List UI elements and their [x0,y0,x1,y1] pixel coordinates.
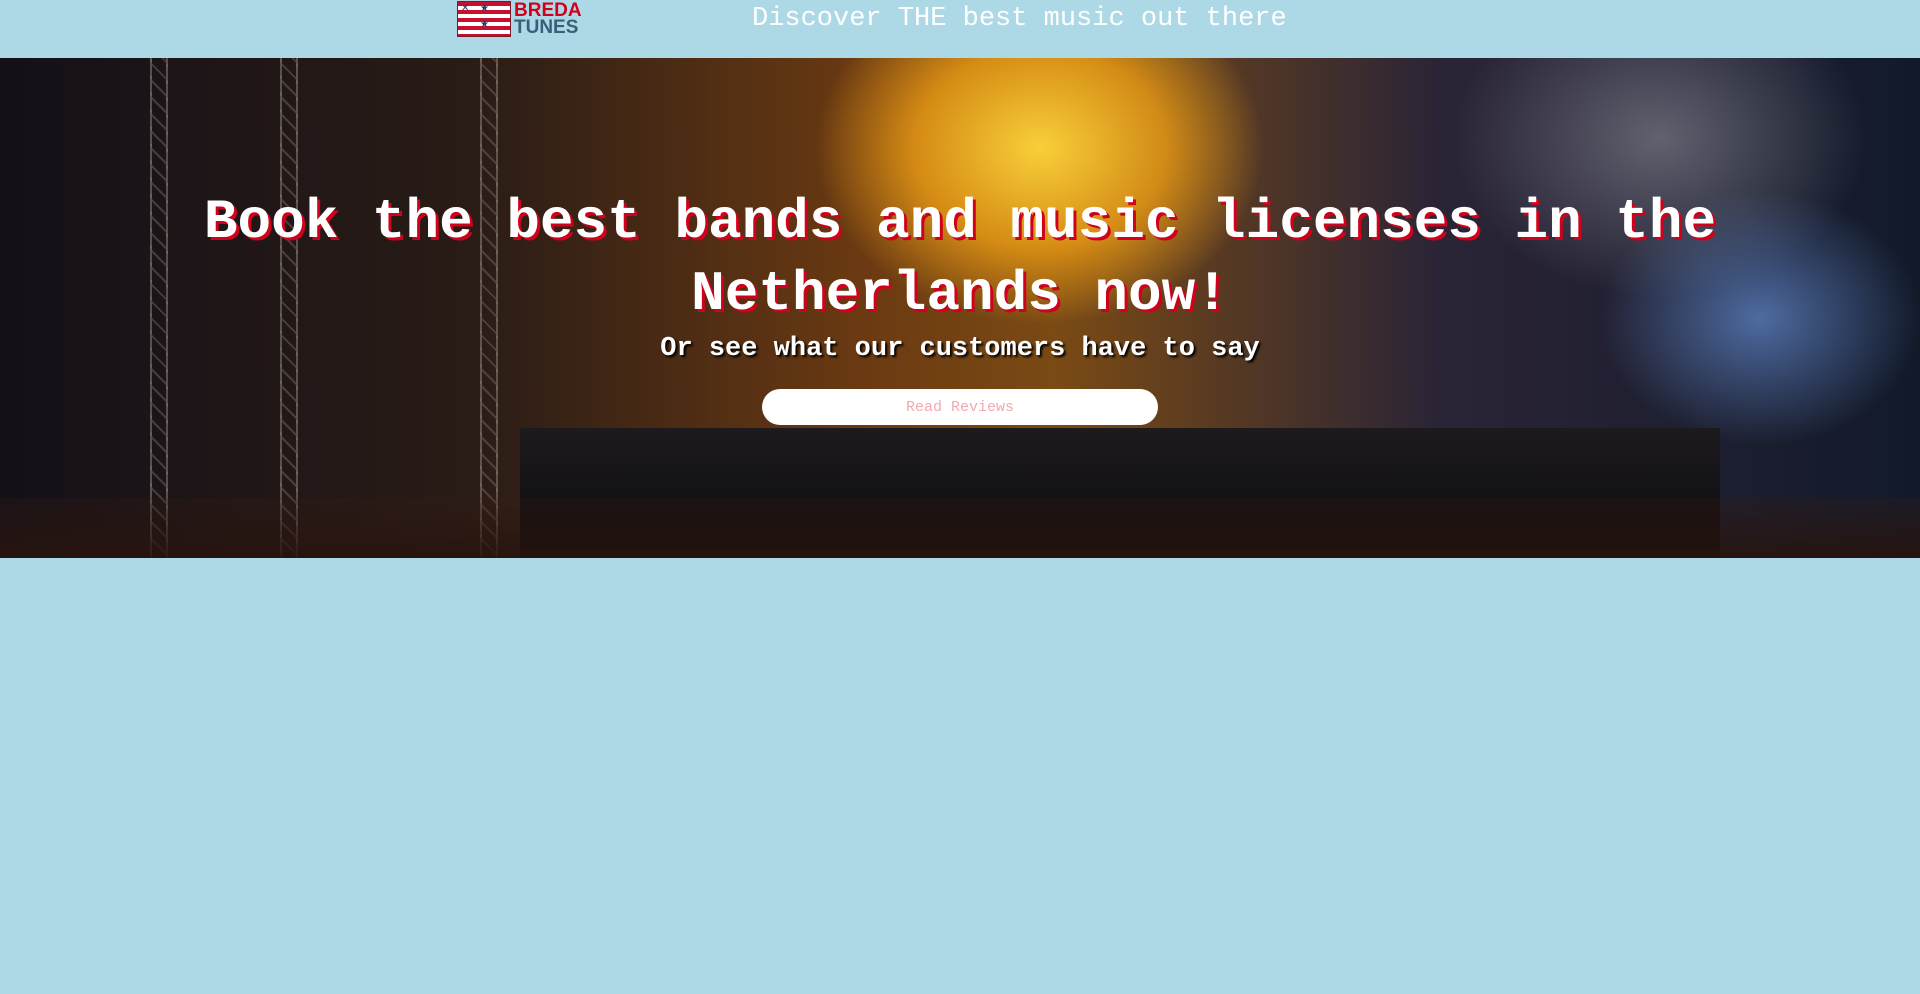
logo-wordmark: BREDA TUNES [514,0,582,38]
read-reviews-button[interactable]: Read Reviews [762,389,1158,425]
hero-banner: Book the best bands and music licenses i… [0,58,1920,558]
hero-content: Book the best bands and music licenses i… [0,58,1920,558]
site-logo[interactable]: ✕ ★ ★ BREDA TUNES [457,0,583,37]
hero-headline: Book the best bands and music licenses i… [203,190,1717,326]
hero-subheadline: Or see what our customers have to say [660,334,1260,364]
logo-line-2: TUNES [514,16,579,38]
flag-logo-icon: ✕ ★ ★ [457,0,511,37]
top-header: ✕ ★ ★ BREDA TUNES Discover THE best musi… [0,0,1920,58]
logo-line-1: BREDA [514,0,582,21]
header-tagline: Discover THE best music out there [752,4,1287,34]
